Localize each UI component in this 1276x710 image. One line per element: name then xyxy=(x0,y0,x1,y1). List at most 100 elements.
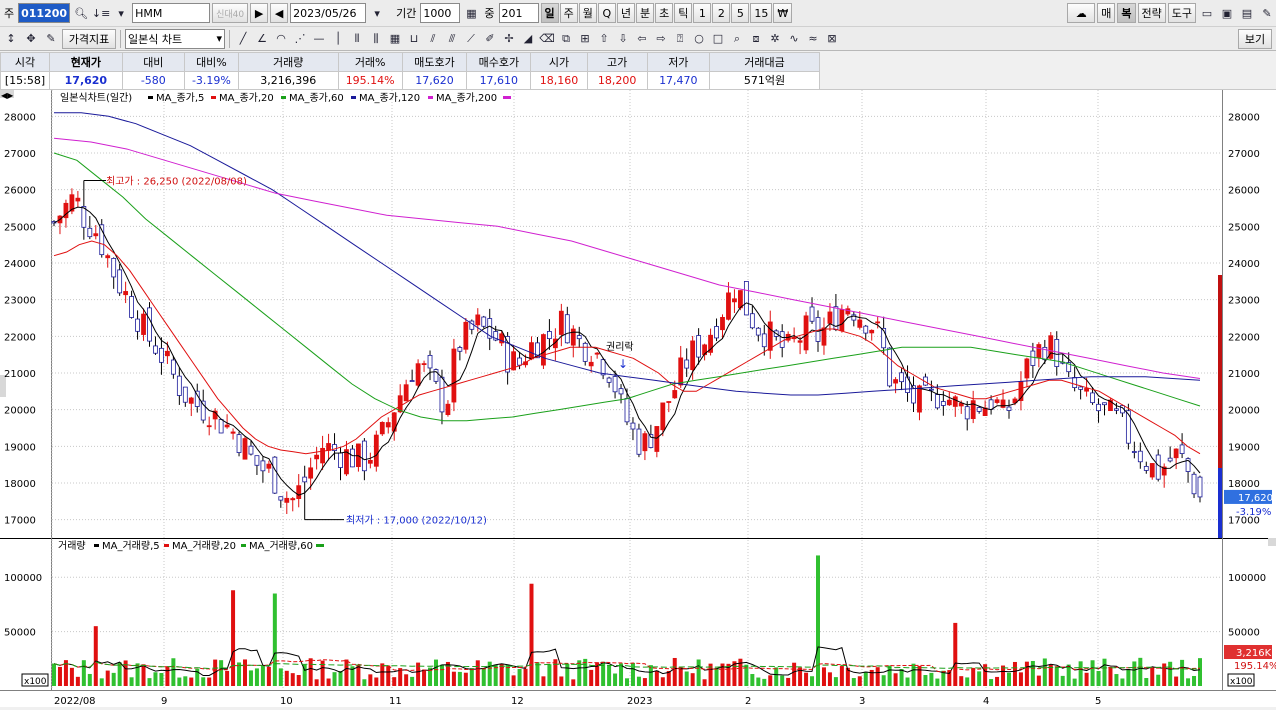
text-tool-icon[interactable]: ⍰ xyxy=(671,29,689,49)
price-tick-right: 20000 xyxy=(1228,406,1260,417)
right-arrow-icon[interactable]: ⇨ xyxy=(652,29,670,49)
up-arrow-icon[interactable]: ⇧ xyxy=(595,29,613,49)
timeframe-button[interactable]: 5 xyxy=(731,3,750,23)
dropdown-chevron-icon[interactable]: ▾ xyxy=(112,3,130,23)
move-arrows-icon[interactable]: ✥ xyxy=(22,29,40,49)
timeframe-button[interactable]: 분 xyxy=(636,3,655,23)
date-dropdown-icon[interactable]: ▾ xyxy=(368,3,386,23)
view-button[interactable]: 보기 xyxy=(1238,28,1272,49)
right-button-1[interactable]: 복 xyxy=(1117,3,1136,23)
timeframe-button[interactable]: 2 xyxy=(712,3,731,23)
folder-icon[interactable]: ▭ xyxy=(1198,3,1216,23)
prev-arrow-button[interactable]: ◀ xyxy=(270,3,289,23)
timeframe-button[interactable]: 일 xyxy=(540,3,559,23)
line-tool-icon[interactable]: ╱ xyxy=(234,29,252,49)
timeframe-button[interactable]: 틱 xyxy=(674,3,693,23)
wave2-tool-icon[interactable]: ≈ xyxy=(804,29,822,49)
volume-bar xyxy=(654,670,659,686)
timeframe-button[interactable]: 월 xyxy=(578,3,597,23)
indicator-button[interactable]: 가격지표 xyxy=(62,28,116,49)
print-icon[interactable]: ▤ xyxy=(1238,3,1256,23)
candle-body xyxy=(917,385,922,413)
period-tool-icon[interactable]: ⊔ xyxy=(405,29,423,49)
circle-tool-icon[interactable]: ○ xyxy=(690,29,708,49)
timeframe-button[interactable]: ₩ xyxy=(773,3,793,23)
timeframe-button[interactable]: 주 xyxy=(559,3,578,23)
arrows-updown-icon[interactable]: ↕ xyxy=(2,29,20,49)
table-tool-icon[interactable]: ▦ xyxy=(386,29,404,49)
wave-tool-icon[interactable]: ∿ xyxy=(785,29,803,49)
candle-body xyxy=(642,433,648,452)
erase-tool-icon[interactable]: ⌫ xyxy=(538,29,556,49)
hline-tool-icon[interactable]: — xyxy=(310,29,328,49)
rect-tool-icon[interactable]: □ xyxy=(709,29,727,49)
strategy-button[interactable]: 전략 xyxy=(1137,3,1166,23)
chart-svg[interactable]: ◀▶17000 1700018000 1800019000 1900020000 200… xyxy=(0,90,1276,707)
stock-code-input[interactable]: 011200 xyxy=(18,3,71,23)
cross-tool-icon[interactable]: ✢ xyxy=(500,29,518,49)
left-arrow-icon[interactable]: ⇦ xyxy=(633,29,651,49)
save-icon[interactable]: ▣ xyxy=(1218,3,1236,23)
cloud-icon[interactable]: ☁ xyxy=(1067,3,1096,23)
chart-type-select[interactable]: 일본식 차트 ▾ xyxy=(125,28,225,49)
price-tick-right: 22000 xyxy=(1228,332,1260,343)
zoom-tool-icon[interactable]: ⊞ xyxy=(576,29,594,49)
timeframe-button[interactable]: 초 xyxy=(655,3,674,23)
timeframe-button[interactable]: 년 xyxy=(616,3,636,23)
wrench-icon[interactable]: ✎ xyxy=(1258,3,1276,23)
settings-tool-icon[interactable]: ✲ xyxy=(766,29,784,49)
tools-button[interactable]: 도구 xyxy=(1167,3,1196,23)
pen-tool-icon[interactable]: ✐ xyxy=(481,29,499,49)
pitch-tool-icon[interactable]: ⫽ xyxy=(424,29,442,49)
price-tick-left: 19000 xyxy=(4,442,36,453)
price-tick-right: 26000 xyxy=(1228,186,1260,197)
volume-bar xyxy=(1180,659,1185,686)
candle-body xyxy=(1167,457,1173,462)
candle-body xyxy=(326,443,331,451)
quote-value-cell: 195.14% xyxy=(337,70,403,90)
candle-body xyxy=(308,467,314,479)
volume-bar xyxy=(1072,678,1077,686)
fan-tool-icon[interactable]: ⋰ xyxy=(291,29,309,49)
next-arrow-button[interactable]: ▶ xyxy=(250,3,269,23)
timeframe-button[interactable]: Q xyxy=(597,3,616,23)
grid2-tool-icon[interactable]: ⫼ xyxy=(367,29,385,49)
compare-tool-icon[interactable]: ⧈ xyxy=(747,29,765,49)
timeframe-button[interactable]: 1 xyxy=(693,3,712,23)
grid-tool-icon[interactable]: ⦀ xyxy=(348,29,366,49)
channel-tool-icon[interactable]: ⫻ xyxy=(443,29,461,49)
price-tick-right: 21000 xyxy=(1228,369,1260,380)
trend-tool-icon[interactable]: ⟋ xyxy=(462,29,480,49)
volume-bar xyxy=(362,679,367,686)
angle-tool-icon[interactable]: ∠ xyxy=(253,29,271,49)
volume-bar xyxy=(308,658,313,686)
quote-value-cell: 18,160 xyxy=(530,70,588,90)
magnifier-icon[interactable]: 🔍︎ xyxy=(72,3,90,23)
volume-bar xyxy=(296,675,301,686)
right-button-0[interactable]: 매 xyxy=(1097,3,1116,23)
volume-bar xyxy=(392,677,397,686)
candle-body xyxy=(1024,358,1030,379)
arc-tool-icon[interactable]: ◠ xyxy=(272,29,290,49)
edit-icon[interactable]: ✎ xyxy=(42,29,60,49)
candle-body xyxy=(129,296,134,318)
count-input[interactable]: 201 xyxy=(498,3,539,23)
sort-icon[interactable]: ↓≡ xyxy=(92,3,110,23)
marker-tool-icon[interactable]: ◢ xyxy=(519,29,537,49)
search-tool-icon[interactable]: ⌕ xyxy=(728,29,746,49)
chart-area[interactable]: ◀▶ 17000 17000 18000 18000 19000 19000 20000 200… xyxy=(0,90,1276,707)
candle-body xyxy=(457,347,463,352)
period-input[interactable]: 1000 xyxy=(420,3,461,23)
timeframe-button[interactable]: 15 xyxy=(750,3,773,23)
candle-body xyxy=(857,319,863,328)
vline-tool-icon[interactable]: │ xyxy=(329,29,347,49)
copy-tool-icon[interactable]: ⧉ xyxy=(557,29,575,49)
down-arrow-icon[interactable]: ⇩ xyxy=(614,29,632,49)
quote-value-cell: 17,620 xyxy=(49,70,123,90)
time-tick-label: 2 xyxy=(745,696,751,707)
quote-value-cell: -580 xyxy=(121,70,185,90)
period-grid-icon[interactable]: ▦ xyxy=(462,3,480,23)
volume-bar xyxy=(374,677,379,686)
box-tool-icon[interactable]: ⊠ xyxy=(823,29,841,49)
date-input[interactable]: 2023/05/26 xyxy=(290,3,367,23)
